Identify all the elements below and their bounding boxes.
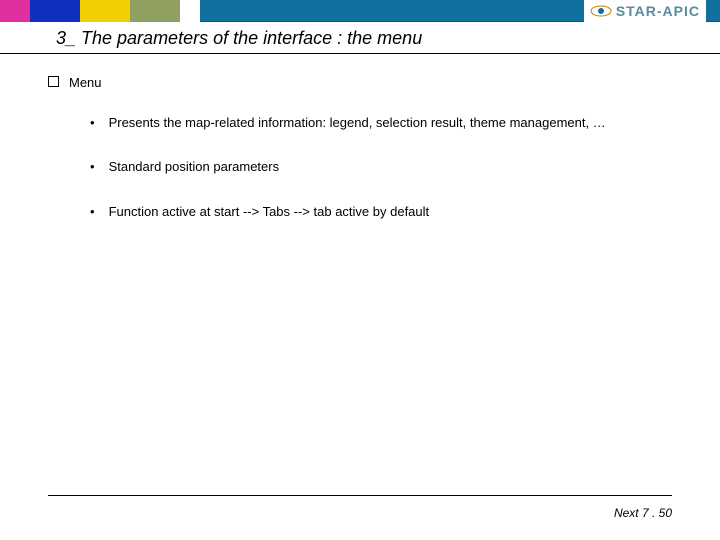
section-heading: Menu <box>69 74 102 92</box>
bullet-text: Standard position parameters <box>109 158 672 176</box>
page-title: 3_ The parameters of the interface : the… <box>56 28 720 49</box>
bullet-text: Function active at start --> Tabs --> ta… <box>109 203 672 221</box>
square-bullet-icon <box>48 76 59 87</box>
brand-logo: STAR-APIC <box>584 0 706 22</box>
bullet-list: • Presents the map-related information: … <box>48 114 672 221</box>
brand-name: STAR-APIC <box>616 3 700 19</box>
footer-divider <box>48 495 672 496</box>
content: Menu • Presents the map-related informat… <box>0 54 720 221</box>
list-item: • Presents the map-related information: … <box>90 114 672 132</box>
dot-bullet-icon: • <box>90 158 95 176</box>
color-block-magenta <box>0 0 30 22</box>
title-wrap: 3_ The parameters of the interface : the… <box>0 22 720 53</box>
list-item: • Standard position parameters <box>90 158 672 176</box>
eye-icon <box>590 4 612 18</box>
color-block-yellow <box>80 0 130 22</box>
color-block-blue <box>30 0 80 22</box>
list-item: • Function active at start --> Tabs --> … <box>90 203 672 221</box>
footer-text: Next 7 . 50 <box>614 506 672 520</box>
bullet-text: Presents the map-related information: le… <box>109 114 672 132</box>
dot-bullet-icon: • <box>90 203 95 221</box>
section-heading-row: Menu <box>48 74 672 92</box>
slide: STAR-APIC 3_ The parameters of the inter… <box>0 0 720 540</box>
color-block-olive <box>130 0 180 22</box>
dot-bullet-icon: • <box>90 114 95 132</box>
color-block-white <box>180 0 200 22</box>
